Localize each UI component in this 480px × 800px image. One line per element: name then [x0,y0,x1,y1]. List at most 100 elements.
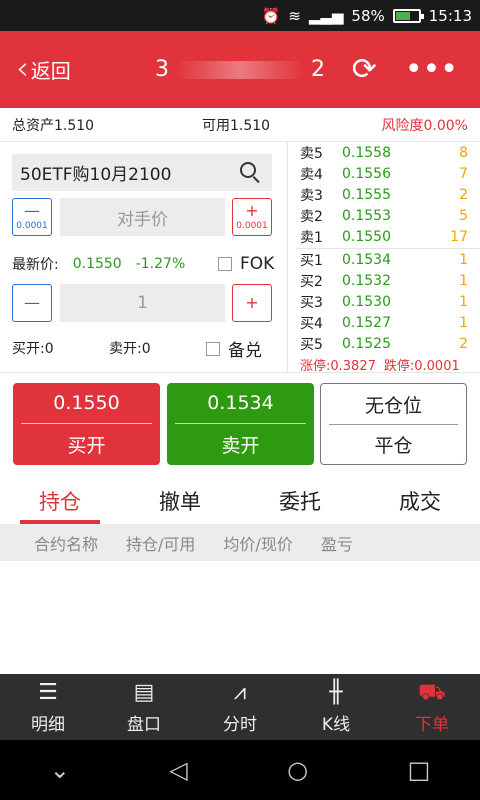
ask-volume: 8 [459,144,468,161]
hide-keyboard-icon[interactable]: ⌄ [50,756,70,784]
tab-orders[interactable]: 委托 [240,478,360,524]
price-decrease-button[interactable]: — 0.0001 [12,198,52,236]
line-chart-icon: ⩘ [233,679,247,705]
plus-icon: + [245,201,259,220]
bid-volume: 1 [459,251,468,268]
quantity-input[interactable]: 1 [60,284,225,322]
more-icon[interactable]: ••• [405,52,458,87]
bid-price: 0.1525 [342,336,391,353]
tab-fills[interactable]: 成交 [360,478,480,524]
ask-price: 0.1556 [342,165,391,182]
recents-icon[interactable]: □ [408,756,431,784]
home-icon[interactable]: ○ [287,756,308,784]
bid-volume: 1 [459,315,468,332]
tab-cancel[interactable]: 撤单 [120,478,240,524]
sell-open-button[interactable]: 0.1534 卖开 [167,383,314,465]
ask-row[interactable]: 卖3 0.1555 2 [288,184,480,205]
ask-price: 0.1555 [342,186,391,203]
fok-label: FOK [240,254,275,274]
ask-level-label: 卖1 [300,230,323,247]
battery-percent: 58% [351,6,385,25]
order-panel: 50ETF购10月2100 — 0.0001 对手价 + 0.0001 最新价:… [0,142,286,372]
buy-open-button[interactable]: 0.1550 买开 [13,383,160,465]
status-bar: 中国联通 3G ⌂ ⏰ ≋ ▂▃▅ 58% 15:13 [0,0,480,267]
ask-volume: 5 [459,208,468,225]
bid-volume: 1 [459,272,468,289]
available-funds: 可用1.510 [202,117,271,134]
redacted-account [175,61,305,79]
back-button[interactable]: ‹ 返回 [0,52,71,84]
alarm-icon: ⏰ [261,6,281,25]
price-input[interactable]: 对手价 [60,198,225,236]
quantity-increase-button[interactable]: + [232,284,272,322]
latest-label: 最新价: [12,257,59,273]
bottom-nav: ☰ 明细 ▤ 盘口 ⩘ 分时 ╫ K线 ⛟ 下单 [0,674,480,740]
ask-volume: 17 [450,229,468,246]
bid-row[interactable]: 买1 0.1534 1 [288,249,480,270]
ask-volume: 2 [459,186,468,203]
ask-price: 0.1558 [342,144,391,161]
battery-icon [392,8,424,23]
nav-place-order[interactable]: ⛟ 下单 [384,674,480,740]
price-step-label: 0.0001 [16,221,48,231]
quantity-decrease-button[interactable]: — [12,284,52,322]
wifi-icon: ≋ [288,6,301,25]
minus-icon: — [24,201,40,220]
bid-price: 0.1527 [342,315,391,332]
latest-price: 0.1550 [72,256,122,272]
order-book: 卖5 0.1558 8 卖4 0.1556 7 卖3 0.1555 2 卖2 0.1553 5 卖1 0.… [287,142,480,374]
bid-row[interactable]: 买2 0.1532 1 [288,270,480,291]
fok-checkbox[interactable]: FOK [218,254,274,274]
list-check-icon: ☰ [38,679,58,705]
ask-row[interactable]: 卖1 0.1550 17 [288,227,480,248]
refresh-icon[interactable]: ⟳ [352,52,377,87]
back-label: 返回 [30,59,71,83]
search-icon[interactable] [240,161,262,184]
tab-positions[interactable]: 持仓 [0,478,120,524]
nav-detail[interactable]: ☰ 明细 [0,674,96,740]
latest-price-row: 最新价: 0.1550 -1.27% FOK [12,254,282,274]
nav-orderbook[interactable]: ▤ 盘口 [96,674,192,740]
ask-row[interactable]: 卖4 0.1556 7 [288,163,480,184]
sell-open-label: 卖开 [221,435,260,457]
open-quantity-row: 买开:0 卖开:0 备兑 [12,336,282,361]
bid-volume: 2 [459,336,468,353]
bid-level-label: 买2 [300,273,323,290]
price-increase-button[interactable]: + 0.0001 [232,198,272,236]
ask-row[interactable]: 卖5 0.1558 8 [288,142,480,163]
title-end: 2 [311,57,325,82]
ask-level-label: 卖3 [300,187,323,204]
bid-price: 0.1534 [342,251,391,268]
col-pnl: 盈亏 [320,534,353,554]
bid-row[interactable]: 买5 0.1525 2 [288,334,480,355]
signal-icon: ▂▃▅ [308,6,344,25]
col-price: 均价/现价 [223,534,293,554]
bid-row[interactable]: 买4 0.1527 1 [288,313,480,334]
bid-row[interactable]: 买3 0.1530 1 [288,291,480,312]
close-position-button[interactable]: 无仓位 平仓 [320,383,467,465]
latest-change: -1.27% [135,256,186,272]
app-header: ‹ 返回 3 2 ⟳ ••• [0,31,480,108]
covered-checkbox[interactable]: 备兑 [206,336,262,361]
cart-icon: ⛟ [418,679,446,705]
nav-kline[interactable]: ╫ K线 [288,674,384,740]
close-label: 平仓 [374,435,413,457]
buy-open-count: 买开:0 [12,341,54,357]
covered-label: 备兑 [228,341,262,361]
ask-row[interactable]: 卖2 0.1553 5 [288,206,480,227]
bid-price: 0.1532 [342,272,391,289]
title-start: 3 [155,57,169,82]
col-contract: 合约名称 [34,534,99,554]
nav-label: K线 [321,714,351,735]
contract-search[interactable]: 50ETF购10月2100 [12,154,272,191]
bid-level-label: 买3 [300,294,323,311]
ask-volume: 7 [459,165,468,182]
price-step-label: 0.0001 [236,221,268,231]
sell-price: 0.1534 [207,392,274,414]
back-nav-icon[interactable]: ◁ [169,756,187,784]
positions-table-header: 合约名称 持仓/可用 均价/现价 盈亏 [0,524,480,561]
nav-intraday[interactable]: ⩘ 分时 [192,674,288,740]
action-area: 0.1550 买开 0.1534 卖开 无仓位 平仓 [0,372,480,472]
contract-name: 50ETF购10月2100 [20,165,172,185]
candlestick-icon: ╫ [329,679,343,705]
